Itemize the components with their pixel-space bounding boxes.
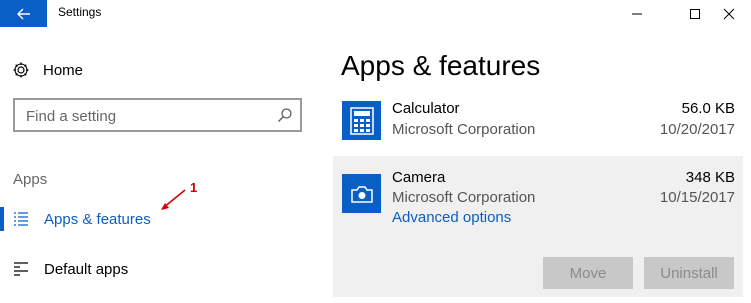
move-button[interactable]: Move: [543, 257, 633, 289]
advanced-options-link[interactable]: Advanced options: [392, 209, 511, 226]
back-arrow-icon: [16, 8, 30, 19]
uninstall-button[interactable]: Uninstall: [644, 257, 734, 289]
search-placeholder: Find a setting: [26, 108, 117, 125]
minimize-button[interactable]: [614, 0, 660, 27]
page-title: Apps & features: [341, 50, 541, 81]
app-list-item[interactable]: Calculator Microsoft Corporation 56.0 KB…: [333, 98, 743, 154]
back-button[interactable]: [0, 0, 47, 27]
maximize-icon: [690, 8, 700, 19]
app-date: 10/15/2017: [659, 189, 735, 206]
title-bar: Settings: [0, 0, 751, 27]
app-publisher: Microsoft Corporation: [392, 121, 536, 138]
home-label: Home: [43, 61, 84, 79]
app-tile: [342, 101, 381, 140]
app-name: Camera: [392, 169, 446, 186]
active-indicator: [0, 207, 4, 231]
minimize-icon: [632, 13, 642, 14]
search-icon[interactable]: [277, 107, 293, 123]
app-tile: [342, 174, 381, 213]
sidebar-item-label: Apps & features: [44, 210, 151, 228]
sidebar-item-default-apps[interactable]: Default apps: [13, 257, 128, 281]
app-size: 348 KB: [685, 169, 735, 186]
annotation-number-1: 1: [190, 180, 198, 195]
default-apps-icon: [14, 262, 28, 276]
close-icon: [723, 8, 735, 19]
camera-icon: [350, 185, 373, 203]
gear-icon: [13, 62, 29, 78]
app-size: 56.0 KB: [681, 100, 735, 117]
list-icon: [14, 212, 28, 226]
app-list-item-selected[interactable]: Camera Microsoft Corporation 348 KB 10/1…: [333, 156, 743, 297]
app-date: 10/20/2017: [659, 121, 735, 138]
calculator-icon: [349, 106, 374, 135]
sidebar-item-label: Default apps: [44, 260, 129, 278]
close-button[interactable]: [706, 0, 751, 27]
annotation-arrow-1: [161, 189, 186, 210]
app-publisher: Microsoft Corporation: [392, 189, 536, 206]
sidebar-item-apps-features[interactable]: Apps & features: [13, 207, 151, 231]
search-input[interactable]: Find a setting: [13, 98, 302, 132]
section-label-apps: Apps: [13, 171, 48, 188]
app-name: Calculator: [392, 100, 460, 117]
window-title: Settings: [58, 5, 102, 19]
home-nav[interactable]: Home: [12, 59, 83, 81]
